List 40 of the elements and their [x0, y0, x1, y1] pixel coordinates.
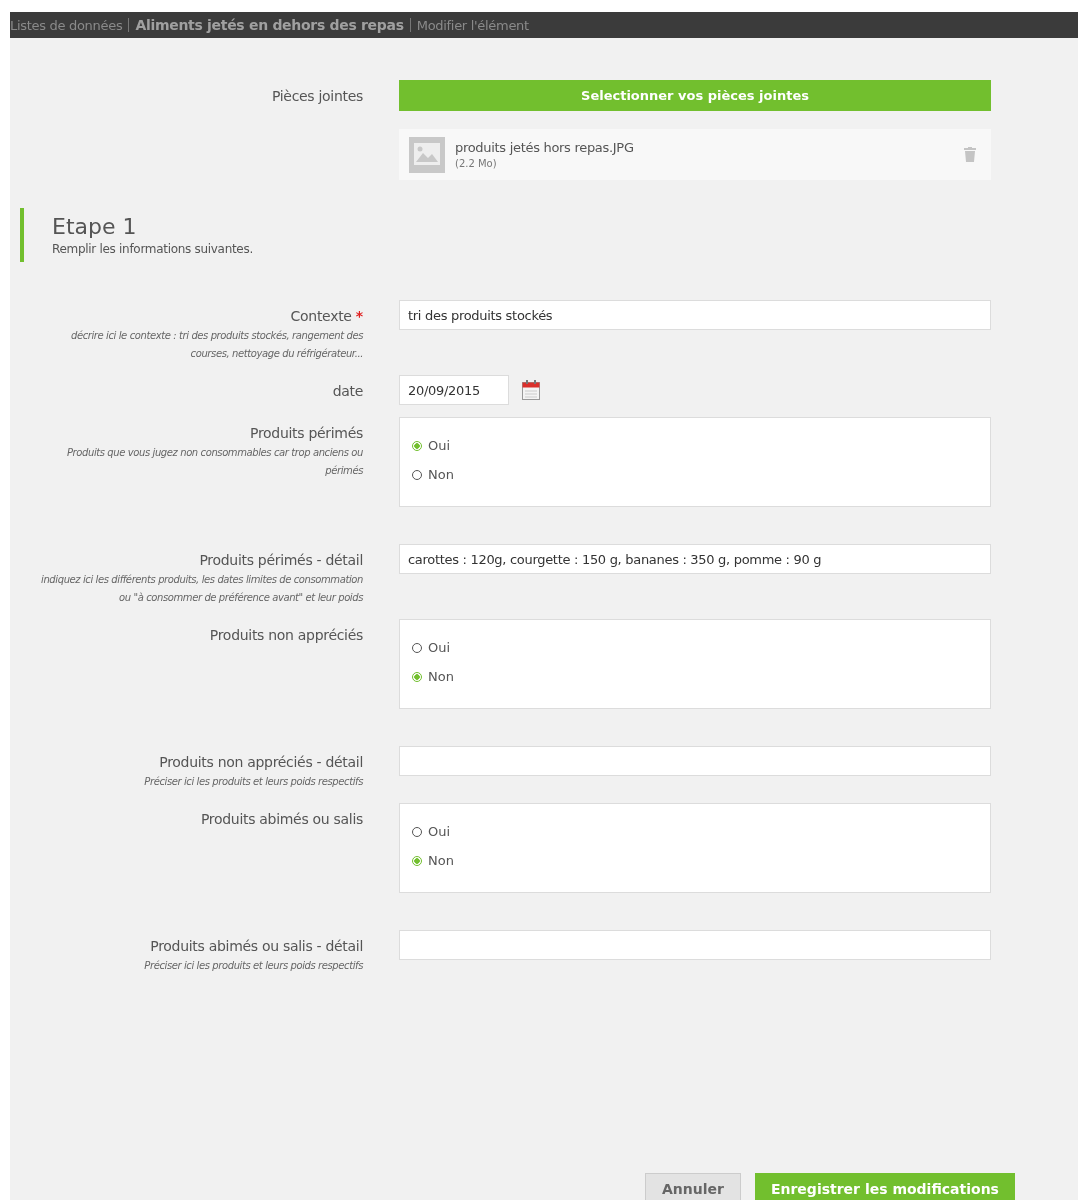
breadcrumb-item: Aliments jetés en dehors des repas: [135, 17, 404, 33]
field-hint: Préciser ici les produits et leurs poids respectifs: [143, 775, 363, 789]
date-field[interactable]: 20/09/2015: [399, 375, 509, 405]
field-hint: décrire ici le contexte : tri des produits stockés, rangement des courses, nettoyage du réfrigérateur...: [69, 329, 363, 361]
step-title: Etape 1: [52, 214, 138, 239]
separator-icon: [409, 18, 411, 32]
radio-label[interactable]: Oui: [428, 640, 451, 655]
required-marker: *: [355, 308, 363, 324]
radio-label[interactable]: Non: [428, 467, 454, 482]
field-label: Produits périmés - détail: [199, 552, 363, 568]
radio-button[interactable]: [412, 855, 422, 866]
field-label: Produits non appréciés: [209, 627, 363, 643]
field-label: Produits périmés: [250, 425, 363, 441]
field-hint: Produits que vous jugez non consommables car trop anciens ou périmés: [65, 446, 363, 478]
radio-label[interactable]: Oui: [428, 824, 451, 839]
radio-label[interactable]: Non: [428, 669, 454, 684]
field-hint: Préciser ici les produits et leurs poids respectifs: [143, 959, 363, 973]
delete-icon[interactable]: [964, 147, 976, 162]
text-field[interactable]: [399, 746, 991, 776]
text-field[interactable]: [399, 930, 991, 960]
file-size: (2.2 Mo): [455, 158, 498, 169]
text-field[interactable]: carottes : 120g, courgette : 150 g, bananes : 350 g, pomme : 90 g: [399, 544, 991, 574]
separator-icon: [128, 18, 130, 32]
field-label: Produits abimés ou salis - détail: [150, 938, 363, 954]
field-label: Produits non appréciés - détail: [159, 754, 363, 770]
field-label: date: [332, 383, 363, 399]
cancel-button[interactable]: Annuler: [645, 1173, 741, 1200]
step-subtitle: Remplir les informations suivantes.: [52, 242, 254, 256]
radio-button[interactable]: [412, 671, 422, 682]
file-name: produits jetés hors repas.JPG: [455, 140, 635, 155]
field-label: Produits abimés ou salis: [200, 811, 363, 827]
radio-label[interactable]: Oui: [428, 438, 451, 453]
field-hint: indiquez ici les différents produits, les dates limites de consommation ou "à consommer de préférence avant" et leur poids: [40, 573, 363, 605]
field-label: Pièces jointes: [271, 88, 363, 104]
image-icon: [409, 136, 445, 173]
calendar-icon[interactable]: [522, 380, 540, 400]
radio-label[interactable]: Non: [428, 853, 454, 868]
field-label: Contexte: [290, 308, 352, 324]
radio-button[interactable]: [412, 440, 422, 451]
text-field[interactable]: tri des produits stockés: [399, 300, 991, 330]
